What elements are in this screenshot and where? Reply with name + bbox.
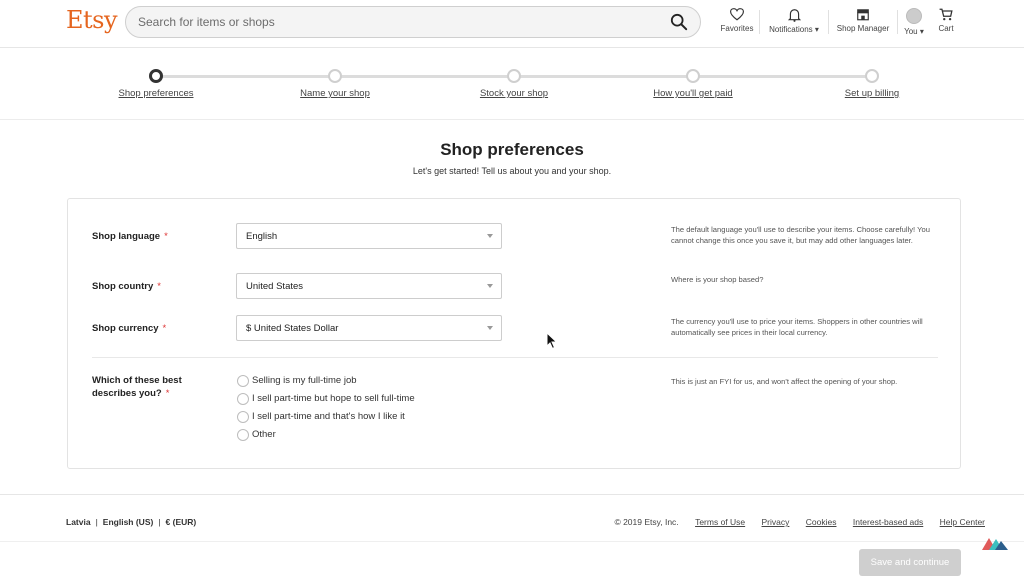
footer-divider-text: | [158,517,161,527]
radio-button[interactable] [237,429,249,441]
shop-language-label-text: Shop language [92,231,161,242]
step-dot-stock-your-shop[interactable] [507,69,521,83]
describes-you-label-line2: describes you? [92,388,162,399]
caret-down-icon [487,326,493,330]
shop-language-select[interactable]: English [236,223,502,249]
step-dot-set-up-billing[interactable] [865,69,879,83]
shop-language-help: The default language you'll use to descr… [671,225,930,245]
radio-label: I sell part-time but hope to sell full-t… [252,393,415,404]
required-mark: * [164,231,168,242]
step-link-stock-your-shop[interactable]: Stock your shop [480,88,548,99]
language-text: English (US) [102,517,154,527]
header-divider [828,10,829,34]
notifications-link[interactable]: Notifications ▾ [764,8,824,34]
radio-button[interactable] [237,393,249,405]
favorites-link[interactable]: Favorites [718,8,756,33]
cart-label: Cart [938,24,954,33]
shop-currency-value: $ United States Dollar [246,323,339,334]
search-input[interactable] [138,7,658,37]
you-menu[interactable]: You ▾ [902,8,926,36]
radio-label: Other [252,429,276,440]
page-subtitle: Let's get started! Tell us about you and… [412,166,612,176]
header-divider [759,10,760,34]
favorites-label: Favorites [720,24,754,33]
help-center-link[interactable]: Help Center [940,517,985,527]
save-and-continue-button[interactable]: Save and continue [859,549,961,576]
footer-links: © 2019 Etsy, Inc. Terms of Use Privacy C… [614,517,985,527]
cart-icon [939,8,953,21]
step-dot-name-your-shop[interactable] [328,69,342,83]
step-dot-get-paid[interactable] [686,69,700,83]
describes-you-help: This is just an FYI for us, and won't af… [671,377,898,386]
bell-icon [787,9,801,22]
shop-preferences-form: Shop language * English The default langu… [67,198,961,469]
shop-currency-select[interactable]: $ United States Dollar [236,315,502,341]
chevron-down-icon: ▾ [917,27,924,36]
radio-label: I sell part-time and that's how I like i… [252,411,405,422]
step-link-set-up-billing[interactable]: Set up billing [845,88,899,99]
shop-icon [857,9,869,21]
shop-country-value: United States [246,281,304,292]
search-bar [125,6,701,38]
step-link-shop-preferences[interactable]: Shop preferences [119,88,194,99]
cart-link[interactable]: Cart [934,8,958,33]
shop-currency-help: The currency you'll use to price your it… [671,317,923,337]
you-label: You [904,27,918,36]
search-icon[interactable] [670,13,688,31]
shop-language-value: English [246,231,278,242]
page-title: Shop preferences [440,140,584,159]
shop-country-label: Shop country * [92,280,161,293]
currency-text: € (EUR) [165,517,197,527]
terms-link[interactable]: Terms of Use [695,517,745,527]
heart-icon [730,8,744,21]
header-divider [897,10,898,34]
progress-stepper: Shop preferences Name your shop Stock yo… [0,48,1024,120]
required-mark: * [162,323,167,334]
radio-button[interactable] [237,375,249,387]
shop-manager-label: Shop Manager [836,24,890,33]
step-link-name-your-shop[interactable]: Name your shop [300,88,370,99]
locale-settings[interactable]: Latvia | English (US) | € (EUR) [66,517,196,527]
shop-manager-link[interactable]: Shop Manager [834,8,892,33]
required-mark: * [165,388,170,399]
privacy-link[interactable]: Privacy [762,517,790,527]
shop-country-select[interactable]: United States [236,273,502,299]
step-link-get-paid[interactable]: How you'll get paid [653,88,732,99]
region-text: Latvia [66,517,91,527]
describes-you-label: Which of these best describes you? * [92,374,182,400]
shop-currency-label-text: Shop currency [92,323,159,334]
chevron-down-icon: ▾ [812,25,819,34]
etsy-logo[interactable]: Etsy [66,6,118,34]
interest-ads-link[interactable]: Interest-based ads [853,517,923,527]
radio-button[interactable] [237,411,249,423]
required-mark: * [157,281,161,292]
site-header: Etsy Favorites Notifications ▾ Shop Mana… [0,0,1024,48]
shop-country-help: Where is your shop based? [671,275,764,284]
caret-down-icon [487,234,493,238]
copyright-text: © 2019 Etsy, Inc. [614,517,679,527]
step-dot-shop-preferences[interactable] [149,69,163,83]
form-divider [92,357,938,358]
avatar [906,8,922,24]
shop-country-label-text: Shop country [92,281,154,292]
notifications-label: Notifications [769,25,813,34]
caret-down-icon [487,284,493,288]
footer-divider-text: | [95,517,98,527]
describes-you-label-line1: Which of these best [92,375,182,386]
radio-label: Selling is my full-time job [252,375,357,386]
shop-language-label: Shop language * [92,230,168,243]
shop-currency-label: Shop currency * [92,322,166,335]
mouse-pointer-icon [546,332,558,350]
cookies-link[interactable]: Cookies [806,517,837,527]
watermark-logo-icon [982,538,1008,550]
